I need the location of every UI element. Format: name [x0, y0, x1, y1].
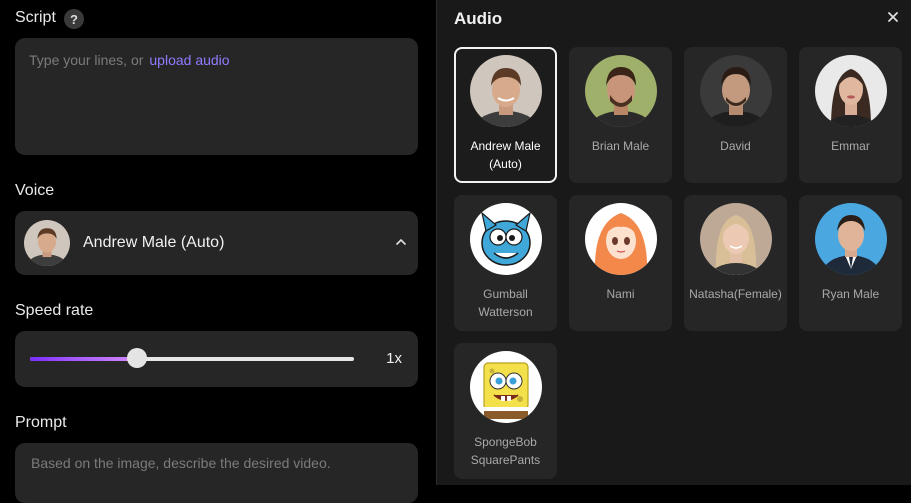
close-icon[interactable]	[887, 11, 899, 23]
voice-card-label: David	[720, 139, 751, 153]
voice-card-brian[interactable]: Brian Male	[569, 47, 672, 183]
script-input[interactable]: Type your lines, or upload audio	[15, 38, 418, 155]
upload-audio-link[interactable]: upload audio	[149, 52, 229, 68]
voice-card-gumball[interactable]: Gumball Watterson	[454, 195, 557, 331]
voice-select[interactable]: Andrew Male (Auto)	[15, 211, 418, 275]
gumball-avatar	[469, 203, 542, 275]
emmar-avatar	[814, 55, 887, 127]
voice-card-label: SpongeBob SquarePants	[470, 435, 541, 467]
help-icon[interactable]: ?	[64, 9, 84, 29]
left-panel: Script ? Type your lines, or upload audio…	[0, 0, 436, 503]
brian-avatar	[584, 55, 657, 127]
speed-label: Speed rate	[15, 302, 94, 319]
chevron-up-icon[interactable]	[394, 235, 408, 249]
speed-slider[interactable]	[30, 357, 354, 361]
voice-card-spongebob[interactable]: SpongeBob SquarePants	[454, 343, 557, 479]
prompt-input[interactable]: Based on the image, describe the desired…	[15, 443, 418, 503]
voice-card-label: Andrew Male (Auto)	[470, 139, 541, 171]
natasha-avatar	[699, 203, 772, 275]
script-placeholder: Type your lines, or upload audio	[29, 52, 230, 68]
prompt-label: Prompt	[15, 414, 67, 431]
voice-card-emmar[interactable]: Emmar	[799, 47, 902, 183]
audio-panel-title: Audio	[454, 9, 503, 28]
david-avatar	[699, 55, 772, 127]
speed-control: 1x	[15, 331, 418, 387]
voice-card-label: Emmar	[831, 139, 870, 153]
ryan-avatar	[814, 203, 887, 275]
voice-selected-name: Andrew Male (Auto)	[83, 234, 225, 251]
spongebob-avatar	[469, 351, 542, 423]
speed-slider-fill	[30, 357, 137, 361]
script-label: Script	[15, 9, 56, 26]
andrew-avatar	[469, 55, 542, 127]
voice-card-ryan[interactable]: Ryan Male	[799, 195, 902, 331]
script-placeholder-text: Type your lines, or	[29, 52, 144, 68]
audio-panel: Audio Andrew Male (Auto) Brian Male Davi…	[437, 0, 911, 485]
voice-card-natasha[interactable]: Natasha(Female)	[684, 195, 787, 331]
prompt-placeholder: Based on the image, describe the desired…	[31, 455, 331, 471]
voice-card-label: Nami	[606, 287, 635, 301]
speed-value: 1x	[386, 350, 402, 367]
nami-avatar	[584, 203, 657, 275]
voice-avatar	[24, 220, 70, 266]
voice-card-label: Ryan Male	[821, 287, 880, 301]
voice-card-david[interactable]: David	[684, 47, 787, 183]
voice-card-nami[interactable]: Nami	[569, 195, 672, 331]
voice-card-label: Natasha(Female)	[689, 287, 782, 301]
voice-card-label: Brian Male	[591, 139, 650, 153]
voice-label: Voice	[15, 182, 55, 199]
speed-slider-thumb[interactable]	[126, 348, 147, 368]
voice-card-label: Gumball Watterson	[478, 287, 533, 319]
voice-card-andrew[interactable]: Andrew Male (Auto)	[454, 47, 557, 183]
